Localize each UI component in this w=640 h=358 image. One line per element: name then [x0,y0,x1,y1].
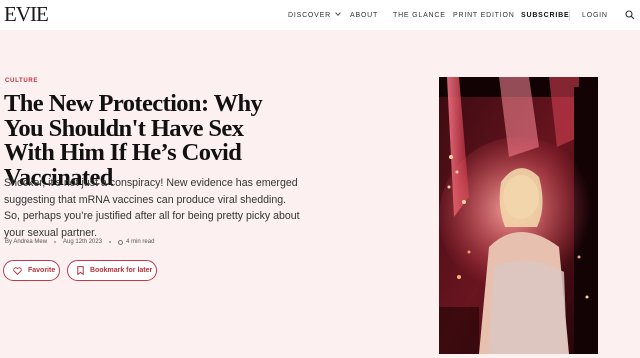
nav-discover-label: DISCOVER [288,12,331,19]
article-category[interactable]: CULTURE [5,78,38,84]
heart-icon [13,266,22,275]
bookmark-button-label: Bookmark for later [90,267,153,274]
bookmark-icon [77,266,84,275]
top-navigation-bar: EVIE DISCOVER ABOUT THE GLANCE PRINT EDI… [0,0,640,30]
clock-icon [118,239,124,245]
nav-print-edition[interactable]: PRINT EDITION [453,11,515,20]
meta-separator [54,241,57,243]
article-read-time: 4 min read [126,239,155,245]
article-hero-image [439,77,598,354]
nav-divider [569,10,570,21]
bookmark-button[interactable]: Bookmark for later [67,260,157,281]
nav-the-glance[interactable]: THE GLANCE [393,11,446,20]
article-dek: Shocker, it’s not just a conspiracy! New… [4,177,300,239]
article-meta: By Andrea Mew Aug 12th 2023 4 min read [5,239,154,245]
meta-separator [109,241,112,243]
favorite-button[interactable]: Favorite [3,260,60,281]
favorite-button-label: Favorite [28,267,56,274]
nav-discover[interactable]: DISCOVER [288,10,341,20]
hero-photo-illustration [439,77,598,354]
nav-about[interactable]: ABOUT [350,11,378,20]
nav-login[interactable]: LOGIN [582,11,608,20]
article-date: Aug 12th 2023 [63,239,103,245]
nav-subscribe[interactable]: SUBSCRIBE [521,11,569,20]
article-author[interactable]: By Andrea Mew [5,239,47,245]
site-logo[interactable]: EVIE [4,4,49,25]
chevron-down-icon [335,10,341,16]
search-icon[interactable] [625,10,635,20]
